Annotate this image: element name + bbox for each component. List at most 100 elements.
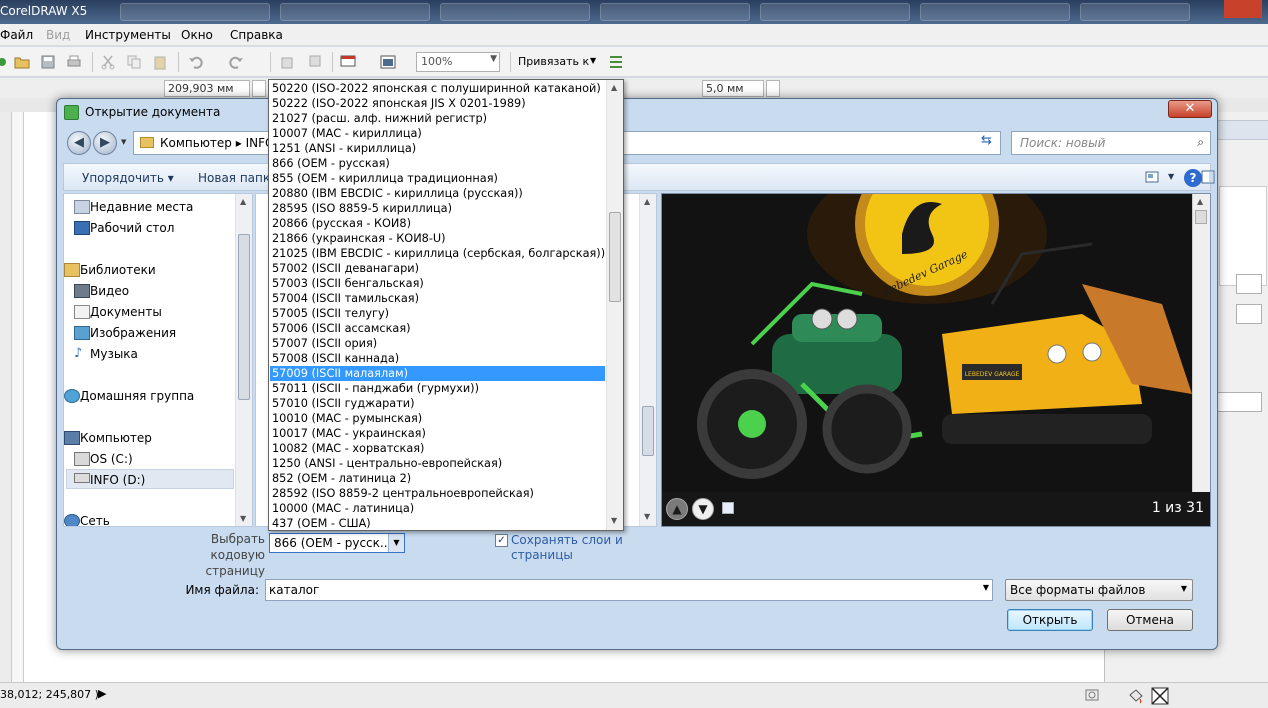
scroll-up-icon[interactable]: ▲	[1197, 197, 1203, 206]
scrollbar-thumb[interactable]	[609, 212, 621, 302]
open-icon[interactable]	[14, 54, 30, 70]
codepage-option[interactable]: 10007 (MAC - кириллица)	[270, 126, 605, 141]
snap-to-dropdown[interactable]: Привязать к	[518, 55, 589, 68]
menu-tools[interactable]: Инструменты	[85, 28, 171, 42]
application-launcher-icon[interactable]	[340, 54, 356, 70]
nudge-field[interactable]: 5,0 мм	[702, 80, 764, 97]
minimize-button[interactable]	[1148, 0, 1186, 18]
cancel-button[interactable]: Отмена	[1107, 609, 1193, 631]
chevron-down-icon[interactable]: ▼	[121, 138, 126, 146]
codepage-option[interactable]: 50222 (ISO-2022 японская JIS X 0201-1989…	[270, 96, 605, 111]
scrollbar-thumb[interactable]	[1195, 210, 1207, 224]
nav-item-drive-d[interactable]: INFO (D:)	[90, 473, 145, 487]
nav-item-video[interactable]: Видео	[90, 284, 129, 298]
scrollbar-thumb[interactable]	[238, 234, 250, 400]
page-view-icon[interactable]	[722, 502, 734, 514]
codepage-option[interactable]: 10010 (MAC - румынская)	[270, 411, 605, 426]
scroll-up-icon[interactable]: ▲	[240, 197, 246, 206]
no-outline-icon[interactable]	[1150, 686, 1170, 706]
new-icon[interactable]	[0, 54, 10, 70]
filename-input[interactable]: каталог ▼	[265, 579, 993, 601]
dropdown-scrollbar[interactable]: ▲ ▼	[606, 80, 623, 530]
taskbar-tab[interactable]	[920, 3, 1070, 21]
codepage-option[interactable]: 21025 (IBM EBCDIC - кириллица (сербская,…	[270, 246, 605, 261]
open-button[interactable]: Открыть	[1007, 609, 1093, 631]
file-type-select[interactable]: Все форматы файлов ▼	[1005, 579, 1193, 601]
export-icon[interactable]	[306, 54, 322, 70]
search-input[interactable]: Поиск: новый ⌕	[1011, 131, 1211, 155]
welcome-screen-icon[interactable]	[380, 54, 396, 70]
refresh-icon[interactable]: ⇆	[981, 133, 992, 148]
checkbox-checked[interactable]: ✓	[495, 534, 508, 547]
codepage-option[interactable]: 57006 (ISCII ассамская)	[270, 321, 605, 336]
codepage-option[interactable]: 437 (OEM - США)	[270, 516, 605, 530]
fill-bucket-icon[interactable]	[1126, 687, 1144, 705]
codepage-option[interactable]: 1251 (ANSI - кириллица)	[270, 141, 605, 156]
nav-item-homegroup[interactable]: Домашняя группа	[80, 389, 194, 403]
save-icon[interactable]	[40, 54, 56, 70]
nav-item-desktop[interactable]: Рабочий стол	[90, 221, 174, 235]
scrollbar-thumb[interactable]	[642, 406, 654, 456]
previous-page-button[interactable]: ▲	[666, 498, 688, 520]
scroll-down-icon[interactable]: ▼	[644, 512, 650, 521]
preview-pane-icon[interactable]	[1200, 169, 1216, 185]
nav-item-drive-c[interactable]: OS (C:)	[90, 452, 133, 466]
chevron-down-icon[interactable]: ▼	[1168, 172, 1174, 181]
back-button[interactable]: ◀	[67, 131, 91, 155]
codepage-option[interactable]: 57007 (ISCII ория)	[270, 336, 605, 351]
dialog-close-button[interactable]: ✕	[1168, 100, 1212, 118]
codepage-option[interactable]: 57011 (ISCII - панджаби (гурмухи))	[270, 381, 605, 396]
chevron-down-icon[interactable]: ▼	[983, 583, 989, 592]
codepage-option[interactable]: 1250 (ANSI - центрально-европейская)	[270, 456, 605, 471]
codepage-option[interactable]: 852 (OEM - латиница 2)	[270, 471, 605, 486]
docker-spinner[interactable]	[1236, 274, 1262, 294]
options-icon[interactable]	[608, 54, 624, 70]
taskbar-tab[interactable]	[600, 3, 750, 21]
new-folder-button[interactable]: Новая папка	[198, 171, 277, 185]
nav-item-music[interactable]: Музыка	[90, 347, 138, 361]
nav-scrollbar[interactable]: ▲ ▼	[235, 194, 252, 526]
taskbar-tab[interactable]	[120, 3, 270, 21]
codepage-option[interactable]: 10000 (MAC - латиница)	[270, 501, 605, 516]
codepage-option[interactable]: 57004 (ISCII тамильская)	[270, 291, 605, 306]
import-icon[interactable]	[280, 54, 296, 70]
chevron-down-icon[interactable]: ▼	[388, 534, 404, 552]
redo-icon[interactable]	[228, 54, 244, 70]
codepage-option[interactable]: 10082 (MAC - хорватская)	[270, 441, 605, 456]
taskbar-tab[interactable]	[760, 3, 910, 21]
nudge-spinner[interactable]	[766, 80, 780, 97]
codepage-option[interactable]: 28595 (ISO 8859-5 кириллица)	[270, 201, 605, 216]
maximize-button[interactable]	[1186, 0, 1224, 18]
nav-item-network[interactable]: Сеть	[80, 514, 110, 526]
codepage-option-selected[interactable]: 57009 (ISCII малаялам)	[270, 366, 605, 381]
forward-button[interactable]: ▶	[93, 131, 117, 155]
nav-item-computer[interactable]: Компьютер	[80, 431, 152, 445]
paste-icon[interactable]	[152, 54, 168, 70]
zoom-level-select[interactable]: 100% ▼	[416, 52, 500, 72]
file-list-scrollbar[interactable]: ▲ ▼	[639, 194, 656, 526]
search-icon[interactable]: ⌕	[1197, 135, 1204, 150]
codepage-option[interactable]: 866 (OEM - русская)	[270, 156, 605, 171]
taskbar-tab[interactable]	[280, 3, 430, 21]
print-icon[interactable]	[66, 54, 82, 70]
codepage-option[interactable]: 20880 (IBM EBCDIC - кириллица (русская))	[270, 186, 605, 201]
preview-scrollbar[interactable]: ▲	[1192, 194, 1210, 492]
codepage-option[interactable]: 57003 (ISCII бенгальская)	[270, 276, 605, 291]
nav-item-images[interactable]: Изображения	[90, 326, 176, 340]
play-icon[interactable]: ▶	[98, 687, 106, 700]
codepage-option[interactable]: 21866 (украинская - КОИ8-U)	[270, 231, 605, 246]
codepage-option[interactable]: 20866 (русская - КОИ8)	[270, 216, 605, 231]
close-button[interactable]	[1224, 0, 1262, 18]
codepage-dropdown-list[interactable]: 50220 (ISO-2022 японская с полуширинной …	[268, 79, 624, 531]
codepage-option[interactable]: 57005 (ISCII телугу)	[270, 306, 605, 321]
codepage-option[interactable]: 57010 (ISCII гуджарати)	[270, 396, 605, 411]
width-spinner[interactable]	[252, 80, 266, 97]
codepage-option[interactable]: 57002 (ISCII деванагари)	[270, 261, 605, 276]
docker-spinner[interactable]	[1236, 304, 1262, 324]
help-button[interactable]: ?	[1184, 169, 1202, 187]
codepage-option[interactable]: 28592 (ISO 8859-2 центральноевропейская)	[270, 486, 605, 501]
document-palette-icon[interactable]	[1084, 687, 1100, 703]
codepage-option[interactable]: 50220 (ISO-2022 японская с полуширинной …	[270, 81, 605, 96]
scroll-up-icon[interactable]: ▲	[611, 83, 617, 92]
scroll-down-icon[interactable]: ▼	[240, 514, 246, 523]
